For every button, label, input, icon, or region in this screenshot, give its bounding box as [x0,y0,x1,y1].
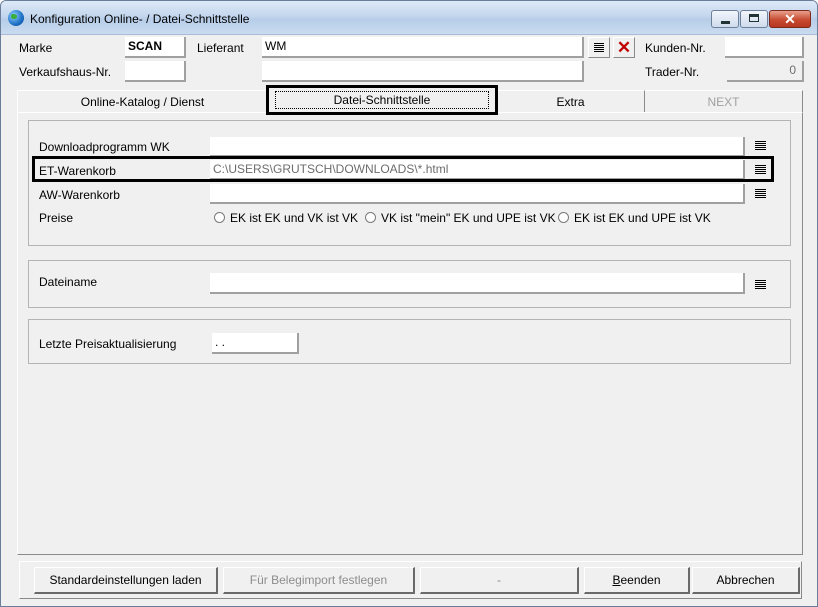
lieferant-clear-button[interactable]: ✕ [613,37,635,58]
kunden-field[interactable] [725,37,804,58]
maximize-button[interactable] [740,10,768,28]
verkaufshaus-label: Verkaufshaus-Nr. [19,65,112,79]
list-icon[interactable] [755,280,766,290]
tab-online-katalog[interactable]: Online-Katalog / Dienst [17,90,267,112]
marke-field[interactable]: SCAN [125,37,186,58]
tab-datei-schnittstelle[interactable]: Datei-Schnittstelle [267,87,497,114]
minimize-icon [721,21,730,24]
lieferant-label: Lieferant [197,41,244,55]
preise-option-2[interactable]: VK ist "mein" EK und UPE ist VK [365,211,556,225]
dateiname-label: Dateiname [39,275,98,289]
verkaufshaus-field[interactable] [125,61,186,82]
trader-label: Trader-Nr. [645,65,700,79]
kunden-label: Kunden-Nr. [645,41,706,55]
dateiname-field[interactable] [210,273,745,294]
marke-label: Marke [19,41,53,55]
tab-datei-schnittstelle-label: Datei-Schnittstelle [274,91,490,109]
et-warenkorb-label: ET-Warenkorb [39,164,116,178]
lieferant-field[interactable]: WM [262,37,584,58]
beenden-button[interactable]: Beenden [584,567,690,594]
downloadprogramm-label: Downloadprogramm WK [39,140,170,154]
list-icon[interactable] [755,141,766,151]
standardeinstellungen-button[interactable]: Standardeinstellungen laden [34,567,218,594]
globe-icon [8,10,24,26]
aw-warenkorb-label: AW-Warenkorb [39,188,120,202]
close-button[interactable]: ✕ [769,10,811,28]
trader-field[interactable]: 0 [727,61,804,82]
config-window: Konfiguration Online- / Datei-Schnittste… [0,0,818,607]
lieferant-detail-field[interactable] [262,61,584,82]
tab-extra[interactable]: Extra [497,90,645,112]
radio-icon [214,212,225,223]
close-icon: ✕ [616,38,632,57]
window-title: Konfiguration Online- / Datei-Schnittste… [30,12,250,26]
list-icon[interactable] [755,189,766,199]
lieferant-list-button[interactable] [588,37,610,58]
preise-label: Preise [39,211,74,225]
dash-button[interactable]: - [420,567,579,594]
radio-icon [558,212,569,223]
title-bar[interactable]: Konfiguration Online- / Datei-Schnittste… [1,1,817,35]
list-icon[interactable] [755,165,766,175]
maximize-icon [749,14,759,22]
et-warenkorb-field[interactable]: C:\USERS\GRUTSCH\DOWNLOADS\*.html [210,160,745,180]
tab-next[interactable]: NEXT [645,90,803,112]
belegimport-button[interactable]: Für Belegimport festlegen [223,567,415,594]
preise-option-1[interactable]: EK ist EK und VK ist VK [214,211,358,225]
radio-icon [365,212,376,223]
minimize-button[interactable] [711,10,739,28]
close-icon: ✕ [784,11,796,27]
preisaktualisierung-field[interactable]: . . [212,333,299,354]
preise-option-3[interactable]: EK ist EK und UPE ist VK [558,211,711,225]
abbrechen-button[interactable]: Abbrechen [692,567,800,594]
downloadprogramm-field[interactable] [210,137,745,157]
aw-warenkorb-field[interactable] [210,184,745,204]
list-icon [594,43,604,52]
beenden-label: eenden [620,573,661,587]
preisaktualisierung-label: Letzte Preisaktualisierung [39,337,177,351]
